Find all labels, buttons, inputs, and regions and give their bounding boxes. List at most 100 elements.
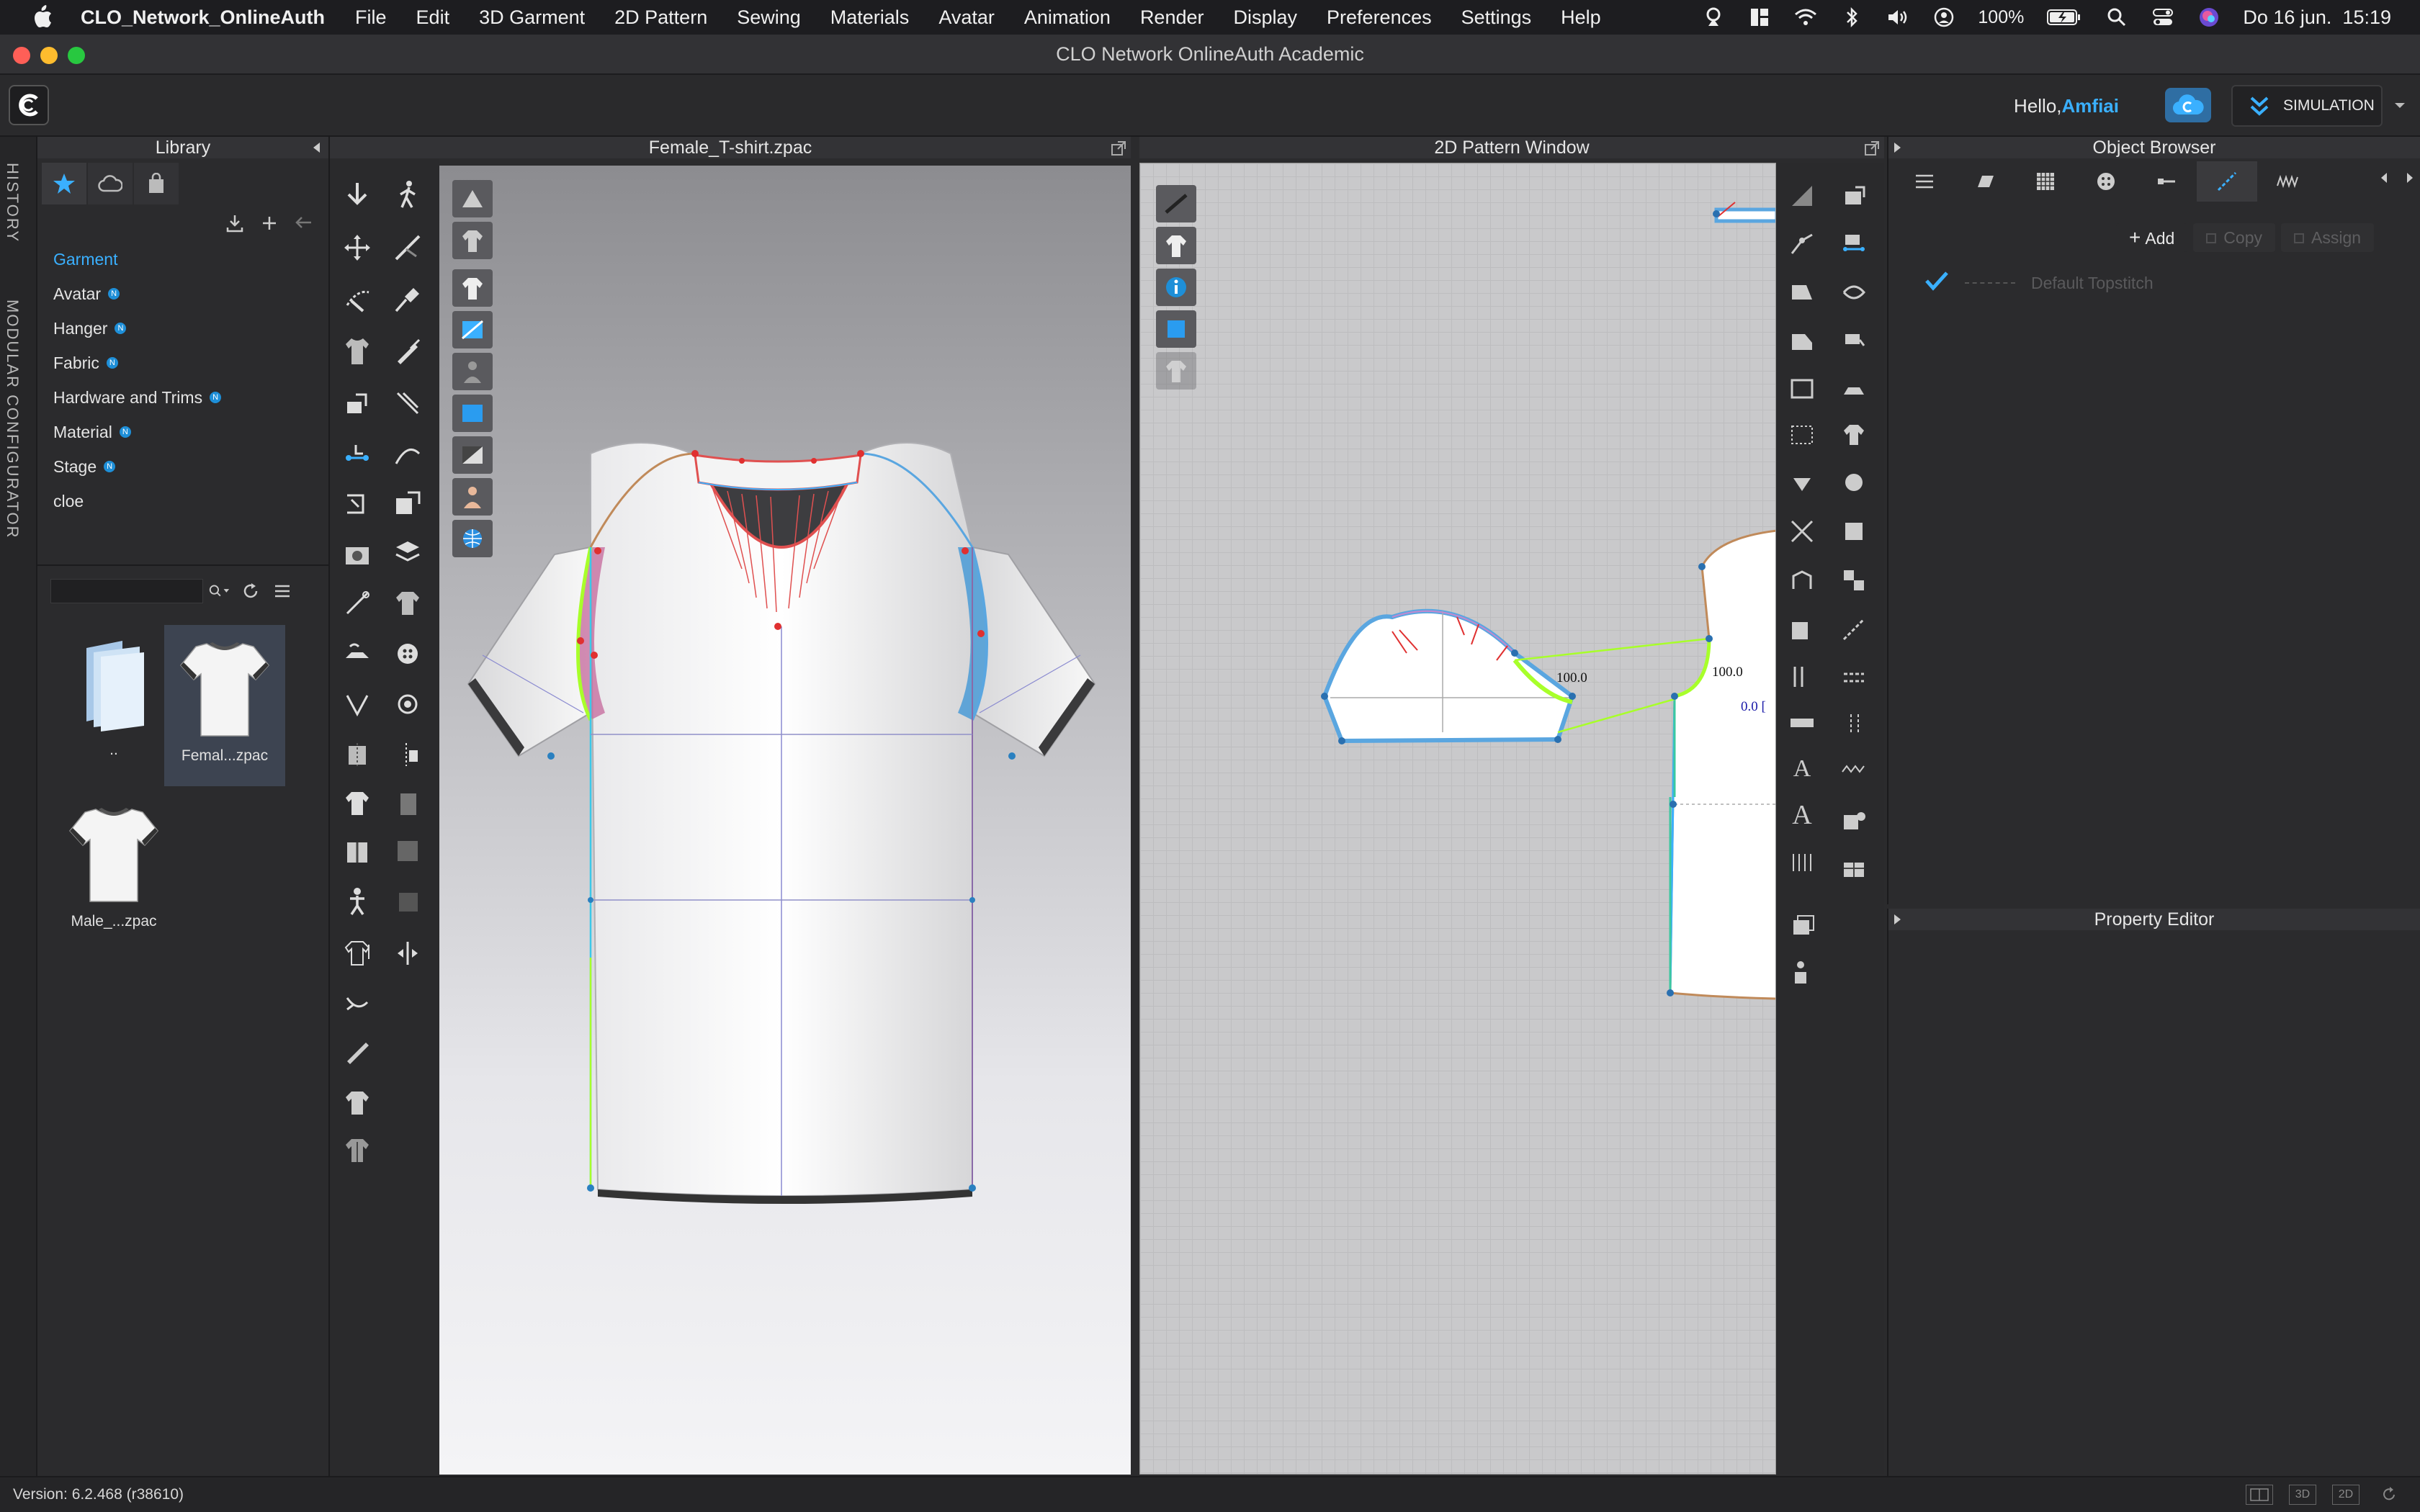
menu-3d-garment[interactable]: 3D Garment bbox=[479, 6, 585, 29]
library-search-input[interactable] bbox=[50, 579, 203, 603]
airplay-icon[interactable] bbox=[1701, 6, 1726, 28]
3d-viewport[interactable] bbox=[439, 166, 1131, 1475]
menu-render[interactable]: Render bbox=[1140, 6, 1204, 29]
menu-preferences[interactable]: Preferences bbox=[1327, 6, 1432, 29]
shirt-front-tool-icon[interactable] bbox=[337, 1083, 377, 1123]
arrangement-tool-icon[interactable] bbox=[337, 933, 377, 973]
library-item-fabric[interactable]: Fabric N bbox=[53, 346, 221, 380]
window-layout-icon[interactable] bbox=[1747, 6, 1772, 28]
grading-icon[interactable] bbox=[1782, 842, 1822, 883]
annotation-icon[interactable]: A bbox=[1782, 795, 1822, 835]
refresh-icon[interactable] bbox=[239, 579, 262, 603]
clo-logo-button[interactable] bbox=[9, 85, 49, 125]
tab-scroll-right-icon[interactable] bbox=[2406, 171, 2414, 188]
bluetooth-icon[interactable] bbox=[1839, 6, 1864, 28]
rectangle-icon[interactable] bbox=[1782, 321, 1822, 361]
internal-polygon-icon[interactable] bbox=[1782, 415, 1822, 455]
checker-2d-icon[interactable] bbox=[1834, 560, 1874, 600]
simulation-button[interactable]: SIMULATION bbox=[2231, 85, 2383, 127]
fabric-checker-tool-icon[interactable] bbox=[387, 534, 428, 575]
menu-file[interactable]: File bbox=[355, 6, 387, 29]
library-file-female-tshirt[interactable]: Femal...zpac bbox=[164, 625, 285, 786]
edit-curve-tool-icon[interactable] bbox=[387, 435, 428, 475]
user-tool-icon[interactable] bbox=[1782, 952, 1822, 992]
zipper-puller-tool-icon[interactable] bbox=[387, 734, 428, 775]
gift-icon[interactable] bbox=[1834, 847, 1874, 887]
trace-icon[interactable] bbox=[1782, 560, 1822, 600]
dart-icon[interactable] bbox=[1782, 462, 1822, 503]
control-center-icon[interactable] bbox=[2151, 6, 2175, 28]
menu-settings[interactable]: Settings bbox=[1461, 6, 1532, 29]
texture-tool-icon[interactable] bbox=[387, 881, 428, 922]
needle-tool-icon[interactable] bbox=[337, 583, 377, 624]
edit-point-icon[interactable] bbox=[1782, 223, 1822, 264]
2d-only-view-icon[interactable]: 2D bbox=[2332, 1485, 2360, 1505]
tab-buttonhole-icon[interactable] bbox=[2136, 161, 2197, 202]
walk-animation-tool-icon[interactable] bbox=[387, 174, 428, 215]
tab-favorites[interactable] bbox=[42, 163, 86, 204]
tuck-tool-icon[interactable] bbox=[337, 984, 377, 1024]
menu-help[interactable]: Help bbox=[1561, 6, 1601, 29]
zigzag-stitch-icon[interactable] bbox=[1834, 752, 1874, 792]
topstitch-tool-icon[interactable] bbox=[1834, 609, 1874, 649]
avatar-pose-tool-icon[interactable] bbox=[337, 881, 377, 922]
refresh-view-icon[interactable] bbox=[2375, 1485, 2403, 1505]
puckering-tool-icon[interactable] bbox=[387, 783, 428, 824]
ruler-2d-icon[interactable] bbox=[1782, 703, 1822, 743]
tab-graphic-icon[interactable] bbox=[2015, 161, 2076, 202]
move-tool-icon[interactable] bbox=[337, 228, 377, 268]
topstitch-list-item[interactable]: Default Topstitch bbox=[1924, 271, 2154, 295]
copy-button[interactable]: Copy bbox=[2193, 223, 2275, 252]
avatar-measure-tool-icon[interactable] bbox=[337, 534, 377, 575]
edit-sewing-tool-icon[interactable] bbox=[337, 484, 377, 524]
tab-history[interactable]: HISTORY bbox=[3, 163, 22, 243]
detach-3d-window-icon[interactable] bbox=[1111, 140, 1126, 161]
tab-fabric-icon[interactable] bbox=[1955, 161, 2015, 202]
edit-pattern-icon[interactable] bbox=[1834, 176, 1874, 216]
m-n-sewing-icon[interactable] bbox=[1834, 321, 1874, 361]
tab-cloud[interactable] bbox=[88, 163, 133, 204]
siri-icon[interactable] bbox=[2197, 6, 2221, 28]
cut-icon[interactable] bbox=[1782, 511, 1822, 552]
user-account-icon[interactable] bbox=[1932, 6, 1956, 28]
pen-tool-icon[interactable] bbox=[387, 331, 428, 372]
clo-cloud-button[interactable] bbox=[2165, 88, 2211, 122]
tee-2d-icon[interactable] bbox=[1834, 415, 1874, 455]
simulation-drop-tool-icon[interactable] bbox=[337, 174, 377, 215]
segment-topstitch-icon[interactable] bbox=[1834, 657, 1874, 697]
library-file-parent[interactable]: .. bbox=[53, 625, 174, 786]
add-folder-icon[interactable] bbox=[258, 212, 281, 235]
library-item-avatar[interactable]: Avatar N bbox=[53, 276, 221, 311]
tab-modular-configurator[interactable]: MODULAR CONFIGURATOR bbox=[3, 300, 22, 539]
select-mesh-tool-icon[interactable] bbox=[337, 279, 377, 320]
2d-pattern-viewport[interactable]: 100.0 100.0 0.0 [ bbox=[1139, 163, 1776, 1475]
garment-fitting-tool-icon[interactable] bbox=[337, 331, 377, 372]
zipper-tool-icon[interactable] bbox=[337, 734, 377, 775]
collapse-library-icon[interactable] bbox=[311, 137, 321, 163]
tshirt-3d-model[interactable] bbox=[439, 166, 1131, 1475]
shirt-overlay-tool-icon[interactable] bbox=[387, 583, 428, 624]
3d-only-view-icon[interactable]: 3D bbox=[2289, 1485, 2316, 1505]
segment-sewing-icon[interactable] bbox=[1834, 223, 1874, 264]
app-menu-name[interactable]: CLO_Network_OnlineAuth bbox=[81, 6, 325, 29]
split-tool-icon[interactable] bbox=[387, 933, 428, 973]
shirt-back-tool-icon[interactable] bbox=[337, 1130, 377, 1171]
sewing-line-tool-icon[interactable] bbox=[337, 435, 377, 475]
ruler-tool-icon[interactable] bbox=[337, 1032, 377, 1073]
measure-tool-icon[interactable] bbox=[387, 383, 428, 423]
buttons-2d-icon[interactable] bbox=[1834, 462, 1874, 503]
layers-icon[interactable] bbox=[1782, 904, 1822, 945]
clock-datetime[interactable]: Do 16 jun. 15:19 bbox=[2243, 6, 2391, 29]
tab-store[interactable] bbox=[134, 163, 179, 204]
split-view-icon[interactable] bbox=[2246, 1485, 2273, 1505]
select-texture-tool-icon[interactable] bbox=[387, 484, 428, 524]
pattern-wash-icon[interactable] bbox=[1834, 511, 1874, 552]
username-link[interactable]: Amfiai bbox=[2062, 95, 2119, 117]
shading-tool-icon[interactable] bbox=[387, 831, 428, 871]
apple-icon[interactable] bbox=[29, 4, 56, 31]
tee-tool-icon[interactable] bbox=[337, 783, 377, 824]
library-item-cloe[interactable]: cloe bbox=[53, 484, 221, 518]
fold-tool-icon[interactable] bbox=[387, 228, 428, 268]
search-icon[interactable] bbox=[2105, 6, 2129, 28]
tab-puckering-icon[interactable] bbox=[2257, 161, 2318, 202]
